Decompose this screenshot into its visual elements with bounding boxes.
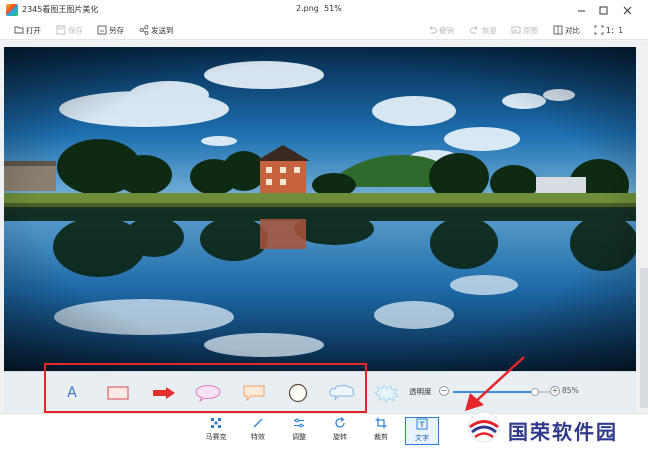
minimize-button[interactable] <box>572 1 590 19</box>
opacity-label: 透明度 <box>409 387 432 396</box>
magic-wand-icon <box>253 418 263 428</box>
lake-photo <box>4 47 636 371</box>
canvas-area: A 透明度 − + 85% <box>0 41 648 413</box>
save-button[interactable]: 保存 <box>56 23 83 37</box>
adjust-label: 调整 <box>292 433 306 441</box>
original-label: 原图 <box>523 25 538 35</box>
text-button[interactable]: 文字 <box>405 417 439 445</box>
redo-label: 恢复 <box>482 25 497 35</box>
image-icon <box>511 26 521 34</box>
burst-bubble-icon <box>374 384 399 403</box>
zoom-level: 51% <box>324 4 342 13</box>
text-icon <box>416 418 428 430</box>
editor-window: 2345看图王图片美化 2.png 51% 打开 保存 另存 发送到 撤销 恢复… <box>0 0 648 454</box>
title-bar: 2345看图王图片美化 2.png 51% <box>0 0 648 20</box>
open-button[interactable]: 打开 <box>14 23 41 37</box>
app-title: 2345看图王图片美化 <box>22 5 99 14</box>
mosaic-button[interactable]: 马赛克 <box>199 417 233 445</box>
close-icon <box>623 6 631 14</box>
save-as-label: 另存 <box>109 25 124 35</box>
undo-label: 撤销 <box>439 25 454 35</box>
mosaic-icon <box>211 418 221 428</box>
undo-button[interactable]: 撤销 <box>427 23 454 37</box>
opacity-value: 85% <box>562 386 579 395</box>
rotate-icon <box>335 417 345 428</box>
watermark-text: 国荣软件园 <box>508 420 618 444</box>
send-to-button[interactable]: 发送到 <box>139 23 174 37</box>
minimize-icon <box>577 10 585 11</box>
send-to-label: 发送到 <box>151 25 174 35</box>
side-scrollbar[interactable] <box>640 268 648 408</box>
highlight-annotation <box>44 363 367 413</box>
burst-bubble-tool[interactable] <box>372 382 400 404</box>
compare-icon <box>553 25 563 35</box>
redo-icon <box>470 26 478 34</box>
document-title: 2.png <box>296 4 319 13</box>
effects-label: 特效 <box>251 433 265 441</box>
adjust-button[interactable]: 调整 <box>282 417 316 445</box>
sliders-icon <box>294 418 304 428</box>
maximize-button[interactable] <box>594 1 612 19</box>
app-logo-icon <box>6 4 18 16</box>
opacity-increase-button[interactable]: + <box>550 386 560 396</box>
watermark-logo <box>468 411 500 443</box>
close-button[interactable] <box>618 1 636 19</box>
redo-button[interactable]: 恢复 <box>470 23 497 37</box>
maximize-icon <box>599 6 607 14</box>
save-as-button[interactable]: 另存 <box>97 23 124 37</box>
crop-icon <box>375 417 387 429</box>
compare-button[interactable]: 对比 <box>553 23 580 37</box>
crop-label: 裁剪 <box>374 433 388 441</box>
text-label: 文字 <box>415 434 429 442</box>
opacity-decrease-button[interactable]: − <box>439 386 449 396</box>
save-icon <box>56 25 66 35</box>
compare-label: 对比 <box>565 25 580 35</box>
toolbar: 打开 保存 另存 发送到 撤销 恢复 原图 对比 1：1 <box>0 20 648 40</box>
rotate-button[interactable]: 旋转 <box>323 417 357 445</box>
open-label: 打开 <box>26 25 41 35</box>
folder-icon <box>14 26 24 34</box>
actual-size-button[interactable]: 1：1 <box>594 23 623 37</box>
crop-button[interactable]: 裁剪 <box>364 417 398 445</box>
fit-icon <box>594 25 604 35</box>
save-as-icon <box>97 25 107 35</box>
lake-photo-image <box>4 47 636 371</box>
rotate-label: 旋转 <box>333 433 347 441</box>
mosaic-label: 马赛克 <box>205 433 227 441</box>
undo-icon <box>429 26 437 34</box>
effects-button[interactable]: 特效 <box>241 417 275 445</box>
actual-size-label: 1：1 <box>606 25 624 35</box>
original-button[interactable]: 原图 <box>511 23 538 37</box>
share-icon <box>139 25 149 35</box>
annotation-arrow <box>465 356 525 411</box>
save-label: 保存 <box>68 25 83 35</box>
